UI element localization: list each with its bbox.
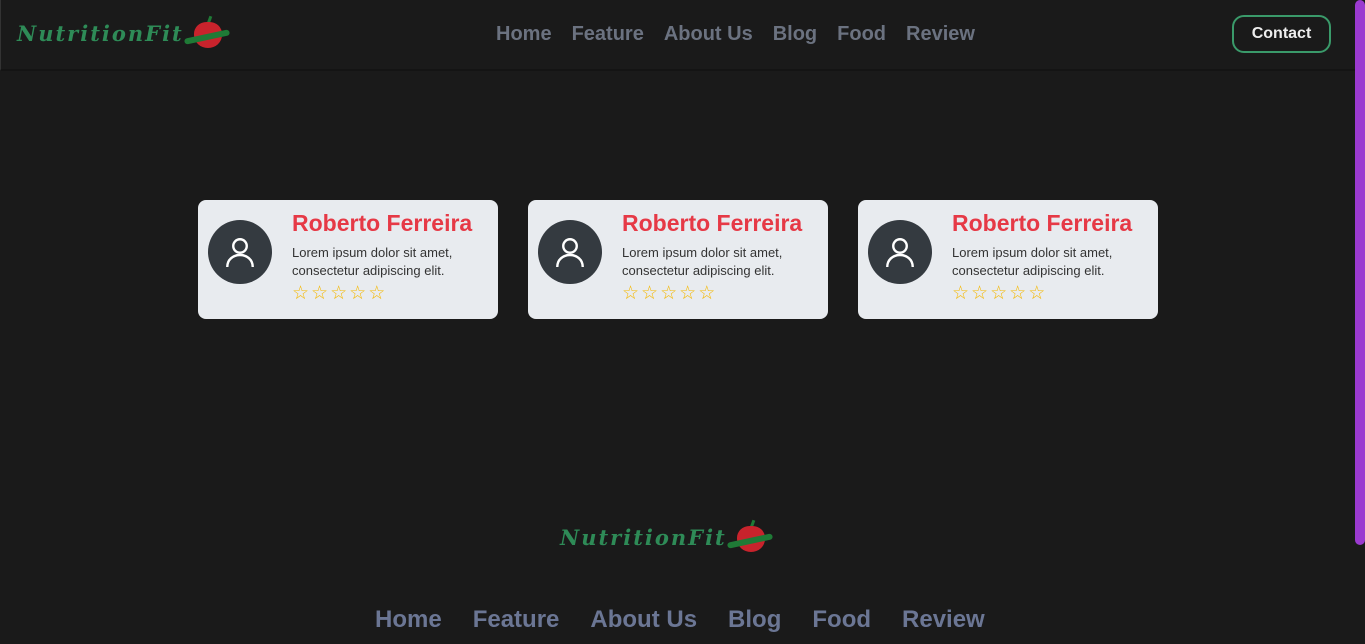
star-outline-icon: ☆ [292,283,310,304]
star-rating: ☆ ☆ ☆ ☆ ☆ [952,284,1045,304]
nav-review[interactable]: Review [906,23,975,46]
footer-nav-home[interactable]: Home [375,606,442,634]
star-outline-icon: ☆ [311,283,329,304]
avatar [538,220,602,284]
star-outline-icon: ☆ [990,283,1008,304]
brand-logo[interactable]: NutritionFit [17,14,230,52]
review-text: Lorem ipsum dolor sit amet, consectetur … [292,245,453,278]
apple-logo-icon [183,14,230,52]
reviewer-name: Roberto Ferreira [292,210,473,236]
star-outline-icon: ☆ [660,283,678,304]
site-header: NutritionFit Home Feature About Us Blog … [0,0,1355,71]
star-outline-icon: ☆ [641,283,659,304]
nav-food[interactable]: Food [837,23,886,46]
contact-button[interactable]: Contact [1232,15,1331,53]
star-rating: ☆ ☆ ☆ ☆ ☆ [622,284,715,304]
footer-nav-feature[interactable]: Feature [473,606,560,634]
star-outline-icon: ☆ [368,283,386,304]
star-outline-icon: ☆ [698,283,716,304]
review-card: Roberto Ferreira Lorem ipsum dolor sit a… [198,200,498,319]
star-outline-icon: ☆ [622,283,640,304]
user-icon [886,238,914,268]
star-outline-icon: ☆ [349,283,367,304]
footer-nav-review[interactable]: Review [902,606,985,634]
nav-blog[interactable]: Blog [773,23,817,46]
footer-nav-food[interactable]: Food [812,606,871,634]
footer-logo-text: NutritionFit [560,524,727,550]
footer-nav-blog[interactable]: Blog [728,606,781,634]
review-text: Lorem ipsum dolor sit amet, consectetur … [952,245,1113,278]
star-outline-icon: ☆ [1009,283,1027,304]
star-outline-icon: ☆ [679,283,697,304]
review-card: Roberto Ferreira Lorem ipsum dolor sit a… [858,200,1158,319]
scrollbar-thumb[interactable] [1355,0,1365,545]
avatar [868,220,932,284]
reviewer-name: Roberto Ferreira [622,210,803,236]
review-card: Roberto Ferreira Lorem ipsum dolor sit a… [528,200,828,319]
star-outline-icon: ☆ [1028,283,1046,304]
star-outline-icon: ☆ [952,283,970,304]
nav-about-us[interactable]: About Us [664,23,753,46]
brand-logo-text: NutritionFit [17,20,184,46]
footer-nav-about-us[interactable]: About Us [590,606,697,634]
review-text: Lorem ipsum dolor sit amet, consectetur … [622,245,783,278]
star-rating: ☆ ☆ ☆ ☆ ☆ [292,284,385,304]
nav-home[interactable]: Home [496,23,552,46]
avatar [208,220,272,284]
footer-nav: Home Feature About Us Blog Food Review [375,606,985,634]
user-icon [226,238,254,268]
user-icon [556,238,584,268]
footer-logo[interactable]: NutritionFit [560,518,773,556]
reviewer-name: Roberto Ferreira [952,210,1133,236]
main-nav: Home Feature About Us Blog Food Review [496,23,975,46]
star-outline-icon: ☆ [330,283,348,304]
nav-feature[interactable]: Feature [572,23,644,46]
star-outline-icon: ☆ [971,283,989,304]
apple-logo-icon [726,518,773,556]
